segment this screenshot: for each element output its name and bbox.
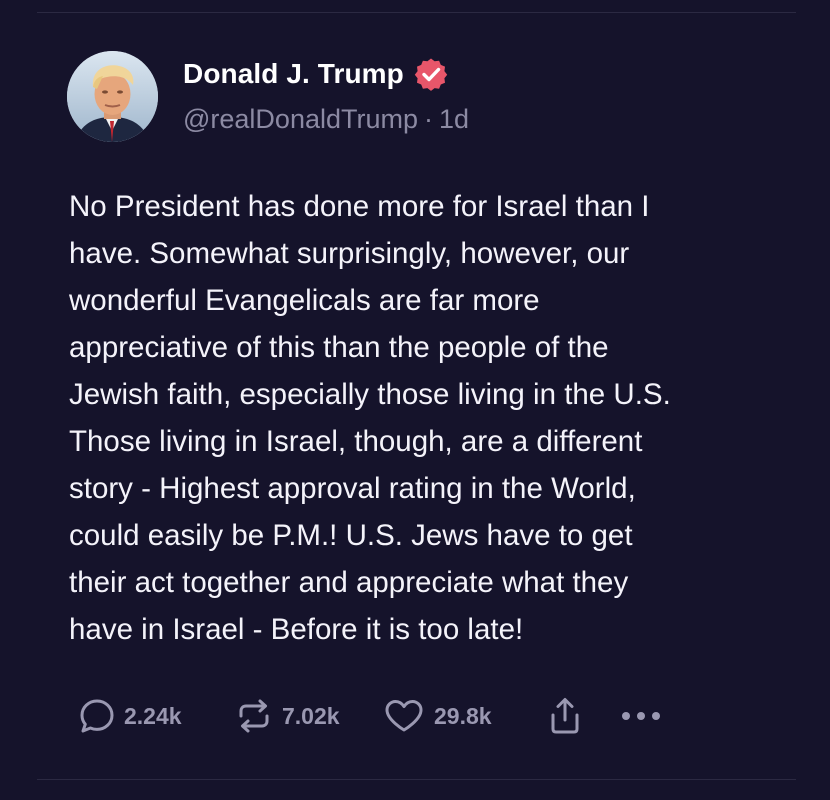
post-actions-bar: 2.24k 7.02k 29.8k — [78, 696, 698, 736]
author-display-name[interactable]: Donald J. Trump — [183, 58, 404, 90]
top-divider — [37, 12, 796, 13]
share-icon — [547, 696, 583, 736]
profile-photo — [67, 51, 158, 142]
heart-icon — [382, 697, 426, 735]
like-button[interactable]: 29.8k — [382, 696, 492, 736]
bottom-divider — [37, 779, 796, 780]
more-options-button[interactable] — [618, 696, 664, 736]
author-name-row: Donald J. Trump — [183, 56, 448, 92]
meta-separator: · — [424, 104, 433, 134]
reply-button[interactable]: 2.24k — [78, 696, 182, 736]
like-count: 29.8k — [434, 702, 492, 729]
share-button[interactable] — [547, 696, 583, 736]
avatar[interactable] — [67, 51, 158, 142]
repost-icon — [234, 697, 274, 735]
repost-button[interactable]: 7.02k — [234, 696, 340, 736]
post-text: No President has done more for Israel th… — [69, 190, 671, 646]
more-dots-icon — [618, 706, 664, 726]
repost-count: 7.02k — [282, 702, 340, 729]
verified-badge-icon — [414, 57, 448, 91]
post-timestamp[interactable]: 1d — [439, 104, 469, 134]
author-handle[interactable]: @realDonaldTrump — [183, 104, 418, 134]
reply-count: 2.24k — [124, 702, 182, 729]
comment-icon — [78, 697, 116, 735]
author-meta: @realDonaldTrump · 1d — [183, 104, 469, 135]
